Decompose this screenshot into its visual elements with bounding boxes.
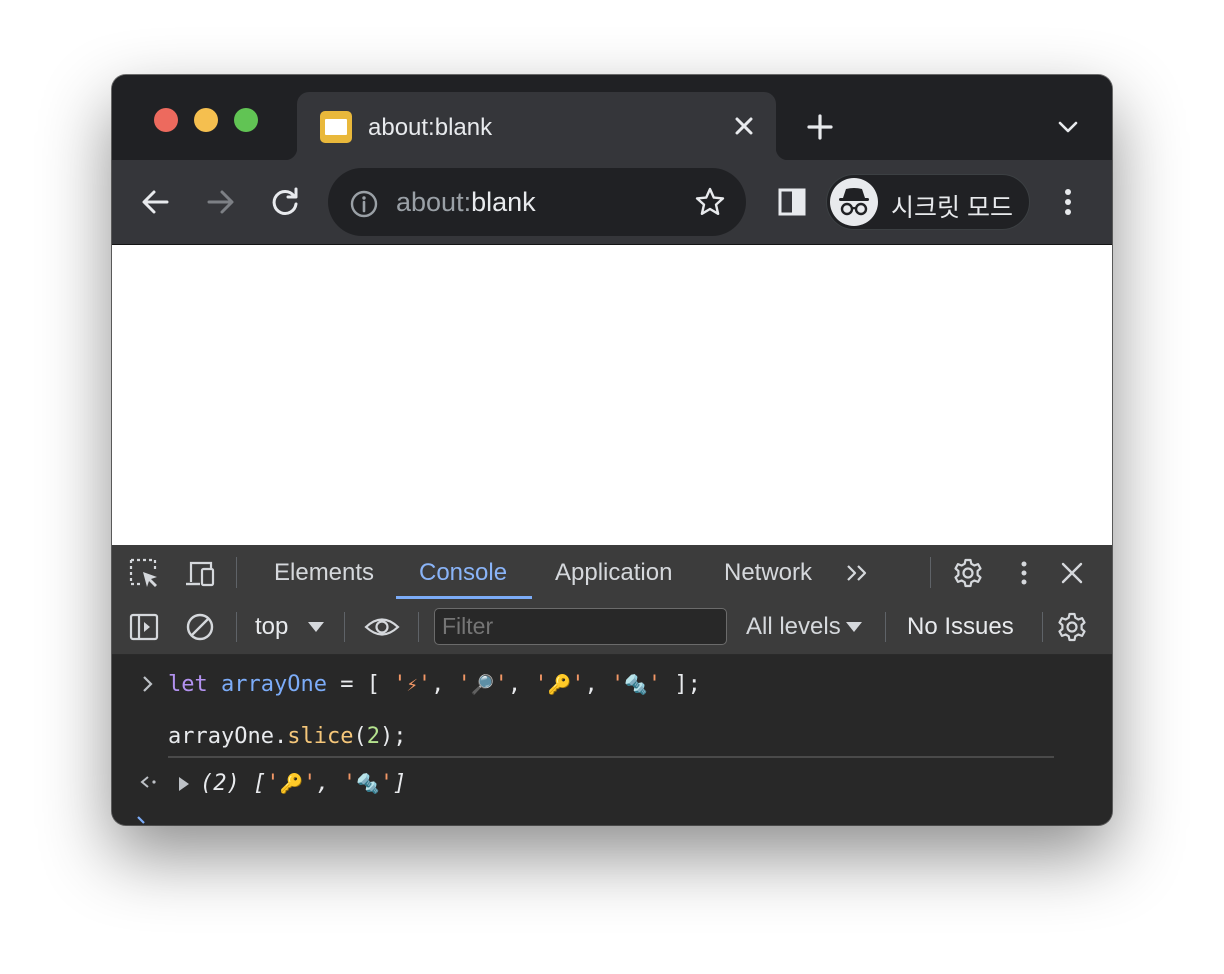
console-sidebar-icon[interactable] xyxy=(128,611,160,643)
settings-gear-icon[interactable] xyxy=(952,557,984,589)
array-item-3: 🔩 xyxy=(624,674,648,696)
issues-counter[interactable]: No Issues xyxy=(907,613,1014,641)
reload-icon[interactable] xyxy=(263,180,307,224)
new-tab-plus-icon[interactable] xyxy=(800,107,840,147)
input-prompt-chevron-icon xyxy=(143,676,153,692)
toolbar-separator xyxy=(236,612,237,642)
close-devtools-icon[interactable] xyxy=(1056,557,1088,589)
page-viewport[interactable] xyxy=(112,245,1112,545)
toolbar-separator xyxy=(418,612,419,642)
incognito-avatar xyxy=(830,178,878,226)
tab-about-blank[interactable]: about:blank xyxy=(285,92,788,160)
tab-close-icon[interactable] xyxy=(726,108,762,144)
console-toolbar: top All levels No Issues xyxy=(112,600,1112,655)
chrome-menu-kebab-icon[interactable] xyxy=(1046,180,1090,224)
side-panel-icon[interactable] xyxy=(770,180,814,224)
tab-strip: about:blank xyxy=(112,75,1112,160)
clear-console-icon[interactable] xyxy=(184,611,216,643)
more-tabs-chevrons-icon[interactable] xyxy=(842,557,874,589)
bookmark-star-icon[interactable] xyxy=(692,184,728,220)
site-info-icon[interactable] xyxy=(348,188,380,220)
forward-arrow-icon[interactable] xyxy=(198,180,242,224)
incognito-icon xyxy=(839,188,869,216)
toolbar-separator xyxy=(930,557,931,588)
code-punct-open: = [ xyxy=(326,672,394,697)
close-window-button[interactable] xyxy=(154,108,178,132)
array-item-0: ⚡ xyxy=(406,674,418,696)
console-settings-gear-icon[interactable] xyxy=(1056,611,1088,643)
log-levels-dropdown[interactable]: All levels xyxy=(746,613,841,641)
back-arrow-icon[interactable] xyxy=(134,180,178,224)
code-close: ); xyxy=(379,724,407,749)
console-entry-divider xyxy=(168,756,1054,758)
browser-toolbar: about:blank 시크릿 모드 xyxy=(112,160,1112,245)
result-item-0: 🔑 xyxy=(279,773,304,795)
device-toolbar-icon[interactable] xyxy=(184,557,216,589)
zoom-window-button[interactable] xyxy=(234,108,258,132)
code-object: arrayOne xyxy=(168,724,274,749)
context-dropdown-caret-icon[interactable] xyxy=(308,622,324,632)
code-number: 2 xyxy=(366,724,380,749)
devtools-panel: Elements Console Application Network top… xyxy=(112,545,1112,825)
minimize-window-button[interactable] xyxy=(194,108,218,132)
code-punct-close: ]; xyxy=(661,672,701,697)
toolbar-separator xyxy=(885,612,886,642)
devtools-tab-bar: Elements Console Application Network xyxy=(112,545,1112,601)
code-method: slice xyxy=(287,724,354,749)
active-tab-indicator xyxy=(396,596,532,599)
array-item-2: 🔑 xyxy=(547,674,572,696)
next-prompt-chevron-icon xyxy=(137,816,145,824)
toolbar-separator xyxy=(344,612,345,642)
console-output[interactable]: let arrayOne = [ '⚡', '🔎', '🔑', '🔩' ]; a… xyxy=(112,655,1112,825)
code-keyword: let xyxy=(168,672,208,697)
incognito-profile-button[interactable]: 시크릿 모드 xyxy=(826,174,1030,230)
array-item-1: 🔎 xyxy=(470,674,495,696)
javascript-context-select[interactable]: top xyxy=(255,613,288,641)
expand-triangle-icon[interactable] xyxy=(176,776,192,792)
page-favicon-icon xyxy=(320,111,352,143)
tab-elements[interactable]: Elements xyxy=(274,559,374,587)
live-expression-eye-icon[interactable] xyxy=(364,611,400,643)
url-host: blank xyxy=(471,187,536,217)
devtools-menu-kebab-icon[interactable] xyxy=(1008,557,1040,589)
toolbar-separator xyxy=(236,557,237,588)
tab-network[interactable]: Network xyxy=(724,559,812,587)
tab-application[interactable]: Application xyxy=(555,559,672,587)
url-scheme: about: xyxy=(396,187,472,217)
result-return-arrow-icon xyxy=(140,776,156,788)
tab-search-chevron-down-icon[interactable] xyxy=(1052,111,1084,143)
console-input-line-1: let arrayOne = [ '⚡', '🔎', '🔑', '🔩' ]; xyxy=(168,672,701,697)
tab-console[interactable]: Console xyxy=(419,559,507,587)
inspect-element-icon[interactable] xyxy=(128,557,160,589)
address-bar[interactable]: about:blank xyxy=(328,168,746,236)
address-bar-url: about:blank xyxy=(396,187,536,218)
incognito-label: 시크릿 모드 xyxy=(891,194,1013,222)
code-variable: arrayOne xyxy=(221,672,327,697)
toolbar-separator xyxy=(1042,612,1043,642)
console-filter-input[interactable] xyxy=(434,608,727,645)
levels-dropdown-caret-icon[interactable] xyxy=(846,622,862,632)
console-input-line-2: arrayOne.slice(2); xyxy=(168,724,407,749)
result-item-1: 🔩 xyxy=(356,773,380,795)
tab-title: about:blank xyxy=(368,114,493,141)
console-result[interactable]: (2) ['🔑', '🔩'] xyxy=(200,771,406,796)
browser-window: about:blank about:blank 시크릿 모드 Elements … xyxy=(112,75,1112,825)
result-count: (2) xyxy=(200,771,240,796)
